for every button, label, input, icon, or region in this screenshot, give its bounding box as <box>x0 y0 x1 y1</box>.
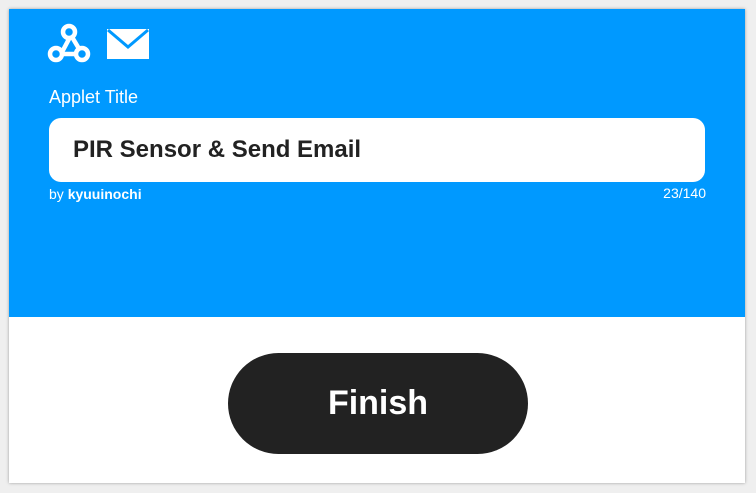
applet-title-value: PIR Sensor & Send Email <box>73 136 362 163</box>
mail-icon <box>107 28 149 59</box>
webhook-icon <box>47 23 91 63</box>
applet-title-label: Applet Title <box>49 87 139 107</box>
applet-header: Applet Title PIR Sensor & Send Email by … <box>9 9 745 317</box>
service-icons <box>47 23 149 63</box>
character-count: 23/140 <box>663 185 706 201</box>
author-name: kyuuinochi <box>67 186 142 202</box>
finish-button[interactable]: Finish <box>228 353 528 454</box>
byline-prefix: by <box>49 186 64 202</box>
applet-title-input[interactable]: PIR Sensor & Send Email <box>49 118 705 182</box>
applet-card: Applet Title PIR Sensor & Send Email by … <box>9 9 745 483</box>
author-byline: by kyuuinochi <box>49 186 142 202</box>
